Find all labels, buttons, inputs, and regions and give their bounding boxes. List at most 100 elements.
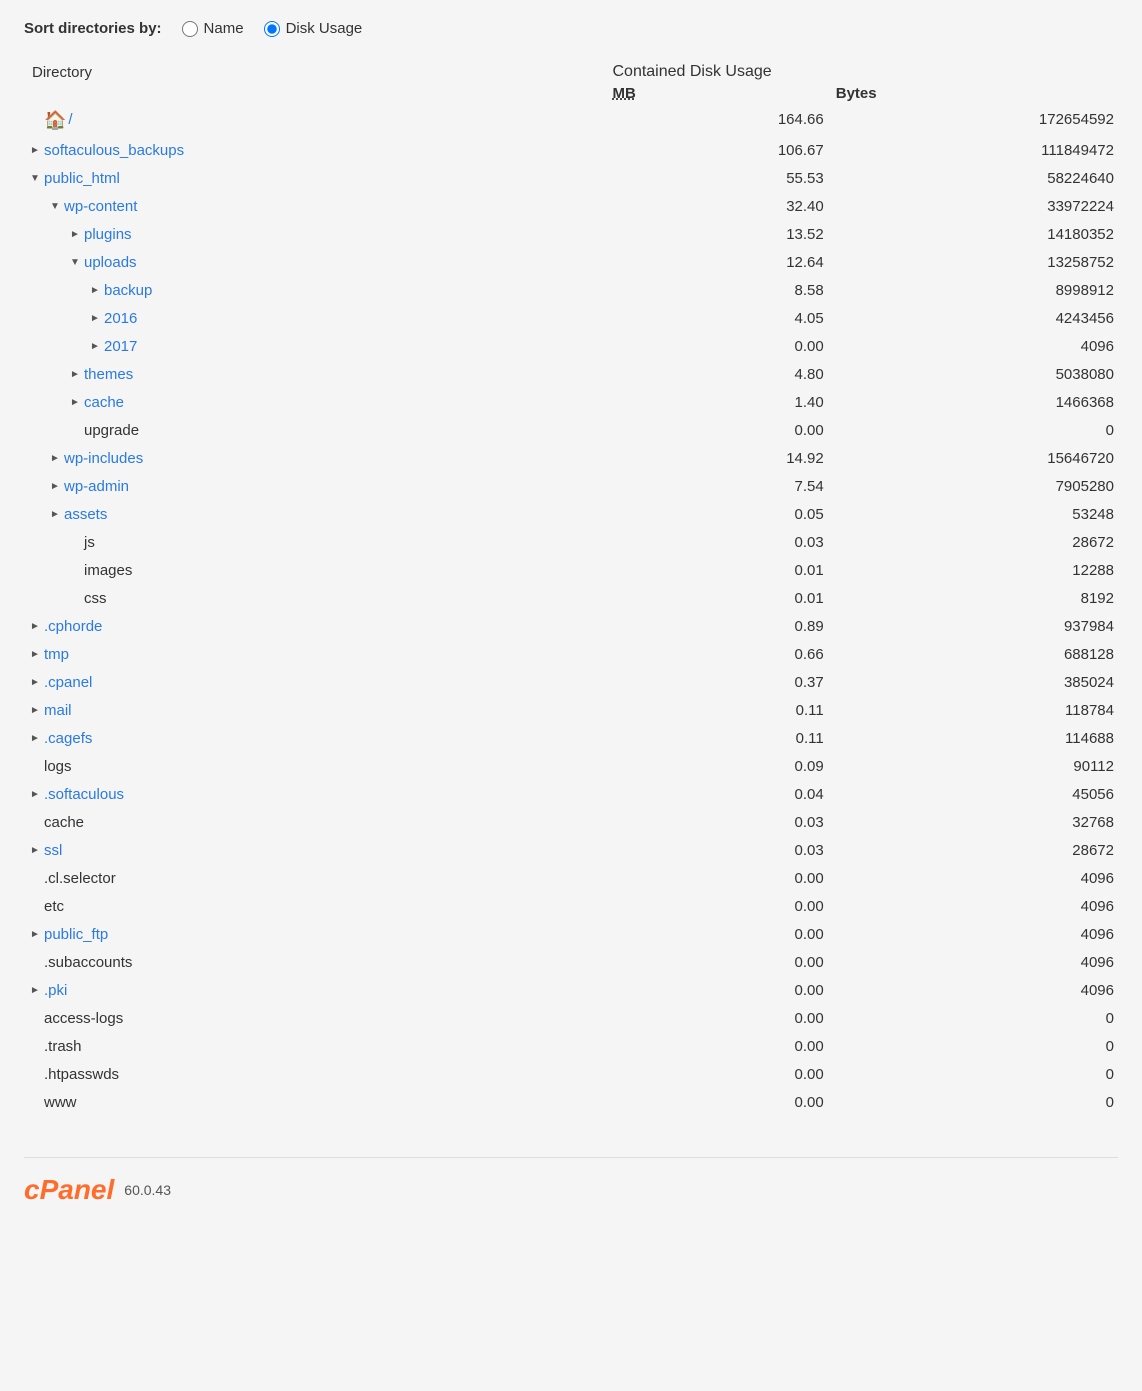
bytes-value: 90112 — [828, 753, 1118, 781]
table-row: etc0.004096 — [24, 893, 1118, 921]
chevron-right-icon[interactable]: ► — [28, 788, 42, 802]
dir-link[interactable]: softaculous_backups — [44, 139, 184, 163]
table-row: ►20170.004096 — [24, 333, 1118, 361]
chevron-right-icon[interactable]: ► — [68, 368, 82, 382]
dir-link[interactable]: / — [68, 108, 72, 132]
chevron-right-icon[interactable]: ► — [88, 284, 102, 298]
bytes-value: 4096 — [828, 921, 1118, 949]
bytes-value: 172654592 — [828, 104, 1118, 137]
home-icon[interactable]: 🏠 — [44, 106, 66, 135]
chevron-right-icon[interactable]: ► — [28, 620, 42, 634]
mb-value: 14.92 — [604, 445, 827, 473]
table-row: js0.0328672 — [24, 529, 1118, 557]
no-toggle — [68, 536, 82, 550]
sort-disk-option[interactable]: Disk Usage — [264, 20, 363, 37]
dir-link[interactable]: uploads — [84, 251, 137, 275]
dir-cell: ▼public_html — [24, 165, 604, 193]
chevron-down-icon[interactable]: ▼ — [28, 172, 42, 186]
dir-cell: .htpasswds — [24, 1061, 604, 1089]
mb-value: 0.01 — [604, 585, 827, 613]
chevron-right-icon[interactable]: ► — [28, 928, 42, 942]
dir-link[interactable]: public_ftp — [44, 923, 108, 947]
dir-cell: css — [24, 585, 604, 613]
dir-cell: ►cache — [24, 389, 604, 417]
dir-cell: ►ssl — [24, 837, 604, 865]
chevron-down-icon[interactable]: ▼ — [68, 256, 82, 270]
chevron-right-icon[interactable]: ► — [28, 676, 42, 690]
dir-link[interactable]: plugins — [84, 223, 132, 247]
dir-name: .cl.selector — [44, 867, 116, 891]
mb-value: 0.05 — [604, 501, 827, 529]
bytes-value: 58224640 — [828, 165, 1118, 193]
table-row: cache0.0332768 — [24, 809, 1118, 837]
table-row: ►ssl0.0328672 — [24, 837, 1118, 865]
sort-disk-radio[interactable] — [264, 21, 280, 37]
chevron-right-icon[interactable]: ► — [28, 984, 42, 998]
chevron-right-icon[interactable]: ► — [68, 228, 82, 242]
table-row: css0.018192 — [24, 585, 1118, 613]
dir-link[interactable]: ssl — [44, 839, 62, 863]
dir-cell: logs — [24, 753, 604, 781]
mb-value: 4.05 — [604, 305, 827, 333]
bytes-value: 0 — [828, 417, 1118, 445]
table-row: ►.cagefs0.11114688 — [24, 725, 1118, 753]
dir-link[interactable]: wp-content — [64, 195, 137, 219]
bytes-value: 33972224 — [828, 193, 1118, 221]
dir-link[interactable]: themes — [84, 363, 133, 387]
mb-value: 32.40 — [604, 193, 827, 221]
sort-name-radio[interactable] — [182, 21, 198, 37]
bytes-value: 0 — [828, 1061, 1118, 1089]
footer: cPanel 60.0.43 — [24, 1157, 1118, 1206]
chevron-right-icon[interactable]: ► — [28, 704, 42, 718]
bytes-value: 688128 — [828, 641, 1118, 669]
chevron-right-icon[interactable]: ► — [48, 452, 62, 466]
dir-link[interactable]: .cphorde — [44, 615, 102, 639]
dir-link[interactable]: backup — [104, 279, 152, 303]
dir-link[interactable]: wp-admin — [64, 475, 129, 499]
dir-link[interactable]: 2017 — [104, 335, 137, 359]
dir-link[interactable]: cache — [84, 391, 124, 415]
table-row: www0.000 — [24, 1089, 1118, 1117]
bytes-value: 28672 — [828, 529, 1118, 557]
mb-value: 0.11 — [604, 697, 827, 725]
dir-link[interactable]: public_html — [44, 167, 120, 191]
no-toggle — [28, 760, 42, 774]
mb-value: 4.80 — [604, 361, 827, 389]
dir-link[interactable]: .pki — [44, 979, 67, 1003]
dir-cell: .cl.selector — [24, 865, 604, 893]
bytes-value: 28672 — [828, 837, 1118, 865]
bytes-value: 114688 — [828, 725, 1118, 753]
no-toggle — [28, 816, 42, 830]
dir-link[interactable]: tmp — [44, 643, 69, 667]
dir-link[interactable]: assets — [64, 503, 107, 527]
dir-link[interactable]: .cagefs — [44, 727, 92, 751]
chevron-down-icon[interactable]: ▼ — [48, 200, 62, 214]
dir-link[interactable]: .softaculous — [44, 783, 124, 807]
chevron-right-icon[interactable]: ► — [28, 732, 42, 746]
chevron-right-icon[interactable]: ► — [28, 144, 42, 158]
table-row: ►.cpanel0.37385024 — [24, 669, 1118, 697]
dir-link[interactable]: wp-includes — [64, 447, 143, 471]
dir-cell: ►assets — [24, 501, 604, 529]
chevron-right-icon[interactable]: ► — [48, 508, 62, 522]
mb-value: 0.00 — [604, 1089, 827, 1117]
chevron-right-icon[interactable]: ► — [88, 340, 102, 354]
mb-value: 0.03 — [604, 809, 827, 837]
mb-value: 12.64 — [604, 249, 827, 277]
no-toggle — [28, 900, 42, 914]
dir-link[interactable]: .cpanel — [44, 671, 92, 695]
chevron-right-icon[interactable]: ► — [68, 396, 82, 410]
mb-value: 0.00 — [604, 1005, 827, 1033]
dir-cell: ►.softaculous — [24, 781, 604, 809]
chevron-right-icon[interactable]: ► — [28, 844, 42, 858]
dir-link[interactable]: 2016 — [104, 307, 137, 331]
table-row: ►assets0.0553248 — [24, 501, 1118, 529]
chevron-right-icon[interactable]: ► — [88, 312, 102, 326]
dir-link[interactable]: mail — [44, 699, 72, 723]
chevron-right-icon[interactable]: ► — [48, 480, 62, 494]
sort-name-option[interactable]: Name — [182, 20, 244, 37]
sort-name-label: Name — [204, 20, 244, 37]
chevron-right-icon[interactable]: ► — [28, 648, 42, 662]
dir-cell: www — [24, 1089, 604, 1117]
bytes-value: 0 — [828, 1005, 1118, 1033]
